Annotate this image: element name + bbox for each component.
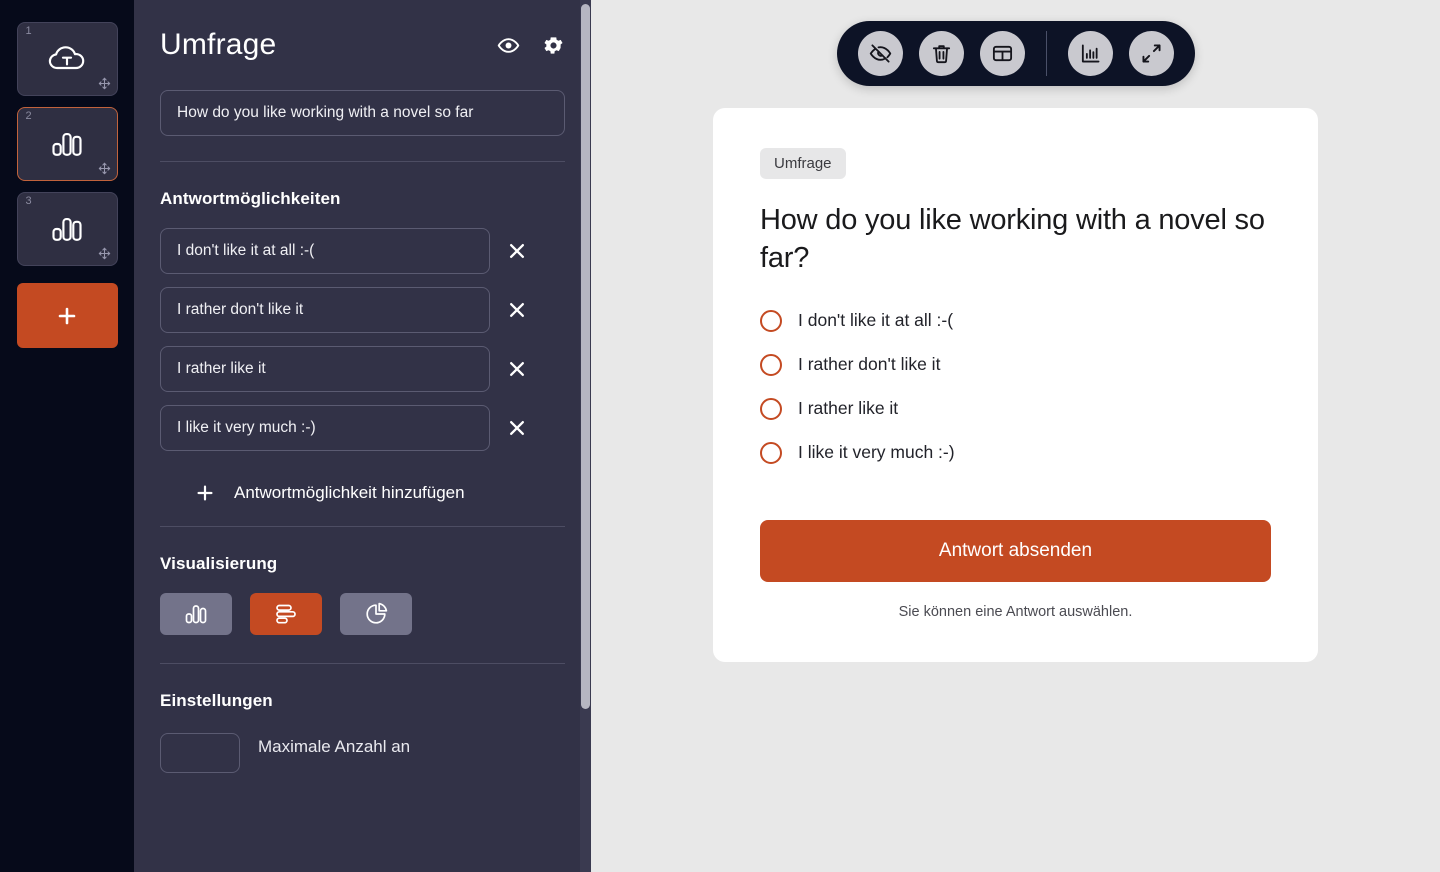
slide-thumbnail-1[interactable]: 1	[17, 22, 118, 96]
poll-option-label: I don't like it at all :-(	[798, 310, 953, 331]
pie-chart-icon	[363, 601, 389, 627]
max-answers-setting: Maximale Anzahl an	[160, 733, 565, 773]
close-icon	[507, 300, 527, 320]
slide-thumbnail-3[interactable]: 3	[17, 192, 118, 266]
main-stage: Umfrage How do you like working with a n…	[591, 0, 1440, 872]
question-input[interactable]	[160, 90, 565, 136]
bar-chart-horizontal-icon	[273, 601, 299, 627]
poll-option-row[interactable]: I don't like it at all :-(	[760, 310, 1271, 332]
hide-button[interactable]	[858, 31, 903, 76]
eye-off-icon	[869, 42, 892, 65]
word-cloud-icon	[45, 41, 89, 77]
status-badge: Umfrage	[760, 148, 846, 179]
max-answers-label: Maximale Anzahl an	[258, 733, 410, 759]
panel-scrollbar-track[interactable]	[580, 0, 591, 872]
answer-option-input[interactable]	[160, 405, 490, 451]
visualization-bar-chart-button[interactable]	[250, 593, 322, 635]
close-icon	[507, 359, 527, 379]
close-icon	[507, 241, 527, 261]
panel-title: Umfrage	[160, 28, 276, 62]
visualization-section-title: Visualisierung	[160, 554, 565, 574]
poll-option-row[interactable]: I rather like it	[760, 398, 1271, 420]
stage-toolbar	[837, 21, 1195, 86]
table-icon	[991, 42, 1014, 65]
slide-number: 2	[26, 111, 32, 122]
divider	[160, 526, 565, 527]
poll-option-label: I rather don't like it	[798, 354, 940, 375]
slide-thumbnail-2[interactable]: 2	[17, 107, 118, 181]
answer-option-input[interactable]	[160, 287, 490, 333]
delete-button[interactable]	[919, 31, 964, 76]
panel-header-actions	[497, 34, 565, 57]
answer-option-input[interactable]	[160, 346, 490, 392]
panel-header: Umfrage	[160, 28, 565, 62]
radio-icon[interactable]	[760, 354, 782, 376]
drag-handle-icon[interactable]	[98, 77, 111, 90]
plus-icon	[55, 304, 79, 328]
bar-chart-icon	[45, 211, 89, 247]
delete-option-button[interactable]	[490, 405, 544, 451]
add-answer-option-label: Antwortmöglichkeit hinzufügen	[234, 483, 465, 503]
answer-option-row	[160, 287, 565, 333]
radio-icon[interactable]	[760, 398, 782, 420]
panel-scrollbar-thumb[interactable]	[581, 4, 590, 709]
delete-option-button[interactable]	[490, 287, 544, 333]
poll-option-row[interactable]: I rather don't like it	[760, 354, 1271, 376]
plus-icon	[194, 482, 216, 504]
trash-icon	[930, 42, 953, 65]
radio-icon[interactable]	[760, 442, 782, 464]
selection-hint: Sie können eine Antwort auswählen.	[760, 604, 1271, 620]
bar-chart-icon	[45, 126, 89, 162]
gear-icon[interactable]	[542, 34, 565, 57]
answer-option-row	[160, 346, 565, 392]
radio-icon[interactable]	[760, 310, 782, 332]
answer-option-row	[160, 405, 565, 451]
add-answer-option-button[interactable]: Antwortmöglichkeit hinzufügen	[160, 464, 465, 504]
expand-icon	[1140, 42, 1163, 65]
divider	[160, 161, 565, 162]
visualization-column-chart-button[interactable]	[160, 593, 232, 635]
slide-number: 1	[26, 26, 32, 37]
slide-number: 3	[26, 196, 32, 207]
fullscreen-button[interactable]	[1129, 31, 1174, 76]
drag-handle-icon[interactable]	[98, 247, 111, 260]
answer-option-row	[160, 228, 565, 274]
poll-preview-card: Umfrage How do you like working with a n…	[713, 108, 1318, 662]
visualization-pie-chart-button[interactable]	[340, 593, 412, 635]
bar-chart-vertical-icon	[183, 601, 209, 627]
divider	[160, 663, 565, 664]
add-slide-button[interactable]	[17, 283, 118, 348]
answers-section-title: Antwortmöglichkeiten	[160, 189, 565, 209]
results-button[interactable]	[1068, 31, 1113, 76]
close-icon	[507, 418, 527, 438]
delete-option-button[interactable]	[490, 346, 544, 392]
eye-icon[interactable]	[497, 34, 520, 57]
slide-rail: 1 2 3	[0, 0, 134, 872]
poll-option-label: I like it very much :-)	[798, 442, 955, 463]
poll-option-row[interactable]: I like it very much :-)	[760, 442, 1271, 464]
delete-option-button[interactable]	[490, 228, 544, 274]
chart-icon	[1079, 42, 1102, 65]
poll-option-label: I rather like it	[798, 398, 898, 419]
drag-handle-icon[interactable]	[98, 162, 111, 175]
settings-section-title: Einstellungen	[160, 691, 565, 711]
toolbar-separator	[1046, 31, 1047, 76]
editor-panel: Umfrage Antwortmöglichkeiten	[134, 0, 591, 872]
layout-button[interactable]	[980, 31, 1025, 76]
poll-question: How do you like working with a novel so …	[760, 201, 1271, 278]
visualization-options	[160, 593, 565, 635]
max-answers-stepper[interactable]	[160, 733, 240, 773]
answer-option-input[interactable]	[160, 228, 490, 274]
submit-answer-button[interactable]: Antwort absenden	[760, 520, 1271, 582]
